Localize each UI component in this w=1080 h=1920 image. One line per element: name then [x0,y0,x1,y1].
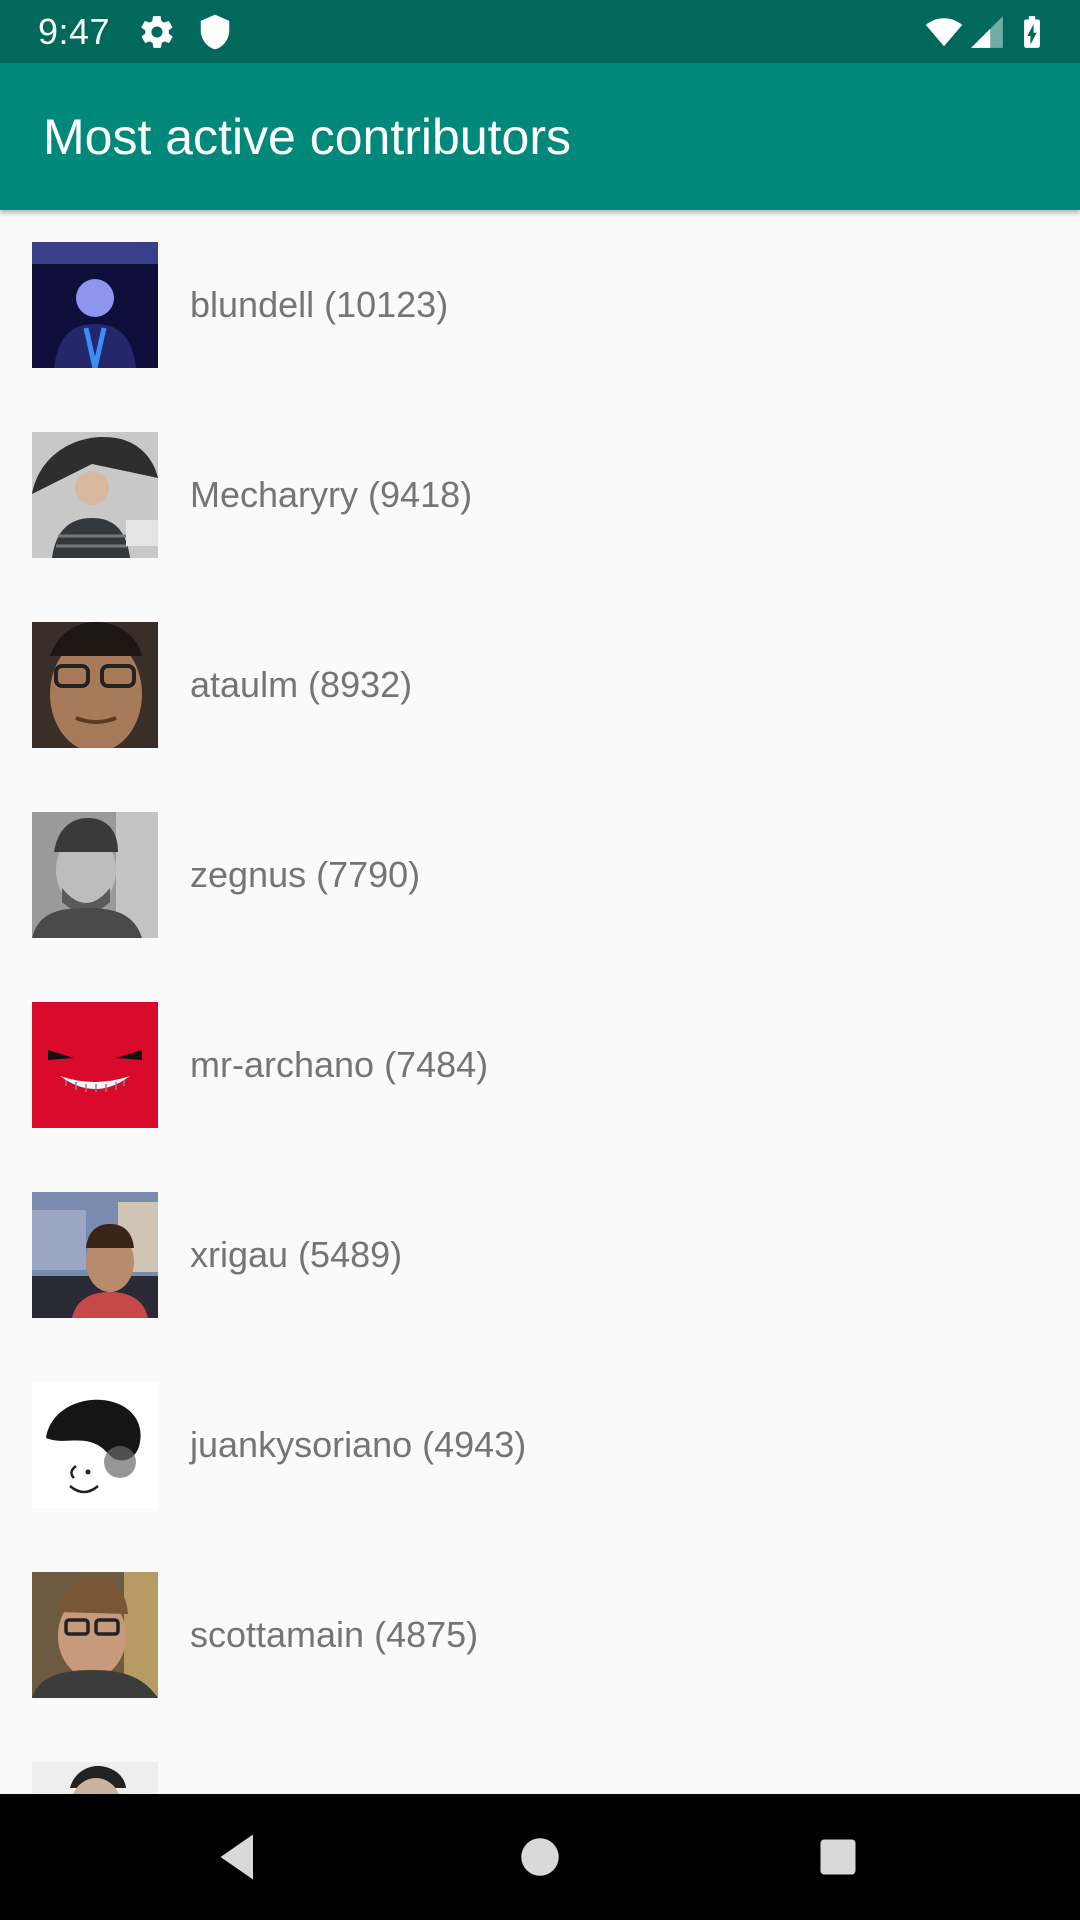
wifi-icon [925,18,963,47]
avatar [32,432,158,558]
status-time: 9:47 [38,11,111,52]
contributor-label: xrigau (5489) [190,1234,403,1275]
list-item[interactable]: mr-archano (7484) [0,970,1080,1160]
signal-icon [971,16,1003,48]
avatar [32,622,158,748]
shield-icon [200,14,230,50]
list-item[interactable]: ataulm (8932) [0,590,1080,780]
contributors-list[interactable]: blundell (10123) Mecharyry (9418) ataulm… [0,210,1080,1794]
contributor-label: blundell (10123) [190,284,449,325]
contributor-label: mr-archano (7484) [190,1044,489,1085]
home-icon[interactable] [510,1827,570,1887]
contributor-label: Mecharyry (9418) [190,474,473,515]
avatar [32,242,158,368]
avatar [32,1382,158,1508]
contributor-label: zegnus (7790) [190,854,421,895]
list-item[interactable]: juankysoriano (4943) [0,1350,1080,1540]
list-item[interactable]: scottamain (4875) [0,1540,1080,1730]
battery-charging-icon [1024,16,1040,48]
contributor-label: scottamain (4875) [190,1614,479,1655]
navigation-bar [0,1794,1080,1920]
contributor-label: juankysoriano (4943) [190,1424,527,1465]
avatar [32,812,158,938]
contributor-label: ataulm (8932) [190,664,413,705]
recents-icon[interactable] [808,1827,868,1887]
app-bar: Most active contributors [0,63,1080,210]
list-item[interactable]: blundell (10123) [0,210,1080,400]
settings-icon [141,16,173,48]
back-icon[interactable] [208,1827,268,1887]
status-bar: 9:47 [0,0,1080,63]
avatar [32,1762,158,1794]
list-item[interactable] [0,1730,1080,1794]
list-item[interactable]: zegnus (7790) [0,780,1080,970]
page-title: Most active contributors [43,109,571,165]
list-item[interactable]: xrigau (5489) [0,1160,1080,1350]
list-item[interactable]: Mecharyry (9418) [0,400,1080,590]
avatar [32,1002,158,1128]
avatar [32,1572,158,1698]
avatar [32,1192,158,1318]
